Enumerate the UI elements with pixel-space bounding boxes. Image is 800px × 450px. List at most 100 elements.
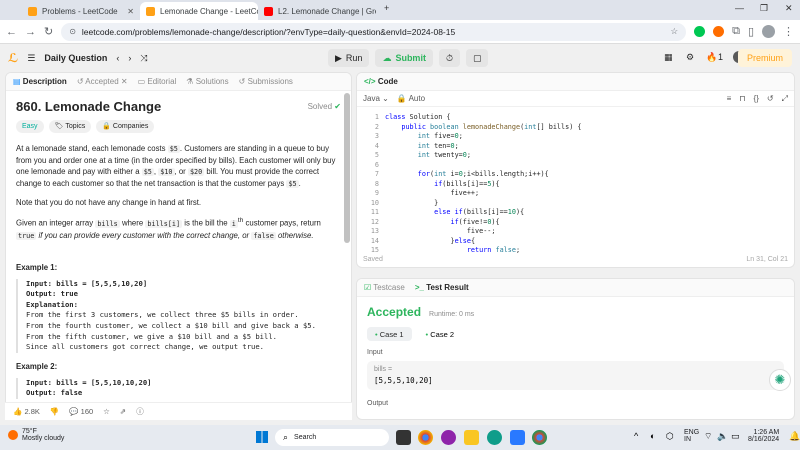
new-tab-icon[interactable]: + bbox=[384, 3, 389, 13]
app-icon[interactable] bbox=[441, 430, 456, 445]
code-line[interactable]: class Solution { bbox=[385, 113, 581, 123]
windows-start-icon[interactable] bbox=[256, 431, 268, 443]
tab-solutions[interactable]: ⚗ Solutions bbox=[186, 77, 228, 86]
run-button[interactable]: ▶ Run bbox=[328, 49, 370, 67]
timer-button[interactable]: ⏱ bbox=[438, 49, 460, 67]
shuffle-icon[interactable]: ⤨ bbox=[140, 53, 147, 64]
premium-button[interactable]: Premium bbox=[737, 49, 792, 67]
chrome-icon[interactable] bbox=[418, 430, 433, 445]
submit-button[interactable]: ☁ Submit bbox=[375, 49, 433, 67]
help-icon[interactable]: ⓘ bbox=[136, 406, 144, 417]
tray-chevron-icon[interactable]: ^ bbox=[634, 431, 638, 441]
like-button[interactable]: 👍 2.8K bbox=[13, 407, 40, 416]
language-select[interactable]: Java ⌄ bbox=[363, 94, 389, 103]
file-explorer-icon[interactable] bbox=[464, 430, 479, 445]
share-icon[interactable]: ⇗ bbox=[120, 407, 126, 416]
language-indicator[interactable]: ENG IN bbox=[684, 429, 699, 443]
url-field[interactable]: ⊙ leetcode.com/problems/lemonade-change/… bbox=[61, 22, 687, 41]
prev-problem-icon[interactable]: ‹ bbox=[116, 53, 119, 63]
clock[interactable]: 1:26 AM 8/16/2024 bbox=[748, 429, 779, 443]
code-line[interactable]: int twenty=0; bbox=[385, 151, 581, 161]
layout-icon[interactable]: ▦ bbox=[664, 52, 673, 63]
taskbar-search[interactable]: ⌕ Search bbox=[275, 429, 389, 446]
browser-tab-lemonade[interactable]: Lemonade Change - LeetCode ✕ bbox=[140, 2, 258, 20]
extension-icon[interactable] bbox=[713, 26, 725, 37]
topics-chip[interactable]: 🏷 Topics bbox=[48, 120, 92, 133]
bookmark-star-icon[interactable]: ☆ bbox=[670, 26, 678, 37]
chrome-icon[interactable] bbox=[532, 430, 547, 445]
code-line[interactable]: int five=0; bbox=[385, 132, 581, 142]
next-problem-icon[interactable]: › bbox=[128, 53, 131, 63]
format-icon[interactable]: ≡ bbox=[727, 94, 732, 103]
maximize-icon[interactable]: ❐ bbox=[760, 3, 768, 14]
code-line[interactable]: if(five!=0){ bbox=[385, 218, 581, 228]
tab-accepted[interactable]: ↺ Accepted ✕ bbox=[77, 77, 128, 86]
copilot-icon[interactable]: ✺ bbox=[769, 369, 791, 391]
wifi-icon[interactable]: ⌔ bbox=[704, 431, 712, 442]
tab-description[interactable]: ▤ Description bbox=[13, 77, 67, 86]
description-scrollbar[interactable] bbox=[344, 93, 350, 243]
profile-avatar[interactable] bbox=[762, 25, 775, 38]
task-view-icon[interactable] bbox=[396, 430, 411, 445]
comments-button[interactable]: 💬 160 bbox=[69, 407, 93, 416]
code-text[interactable]: class Solution { public boolean lemonade… bbox=[385, 113, 581, 256]
favorite-star-icon[interactable]: ☆ bbox=[103, 407, 110, 416]
code-line[interactable]: for(int i=0;i<bills.length;i++){ bbox=[385, 170, 581, 180]
reset-icon[interactable]: ↺ bbox=[767, 94, 774, 103]
notes-button[interactable]: ▢ bbox=[465, 49, 489, 67]
case-1-tab[interactable]: • Case 1 bbox=[367, 327, 412, 341]
notifications-icon[interactable]: 🔔 bbox=[789, 431, 800, 442]
auto-mode[interactable]: 🔒 Auto bbox=[397, 94, 425, 103]
code-line[interactable]: } bbox=[385, 199, 581, 209]
site-info-icon[interactable]: ⊙ bbox=[69, 27, 76, 36]
code-tab[interactable]: </> Code bbox=[364, 77, 398, 86]
problem-title[interactable]: 860. Lemonade Change bbox=[16, 100, 161, 113]
braces-icon[interactable]: {} bbox=[754, 94, 759, 103]
dislike-icon[interactable]: 👎 bbox=[50, 407, 59, 416]
close-tab-icon[interactable]: ✕ bbox=[127, 7, 134, 16]
daily-question-label[interactable]: Daily Question bbox=[44, 53, 107, 63]
code-line[interactable] bbox=[385, 161, 581, 171]
line-numbers: 1 2 3 4 5 6 7 8 9 10 11 12 13 14 15 bbox=[357, 113, 379, 256]
code-line[interactable]: else if(bills[i]==10){ bbox=[385, 208, 581, 218]
browser-tab-strip: Problems - LeetCode ✕ Lemonade Change - … bbox=[0, 0, 800, 20]
forward-icon[interactable]: → bbox=[25, 26, 36, 38]
edge-icon[interactable] bbox=[487, 430, 502, 445]
fullscreen-icon[interactable]: ⤢ bbox=[782, 94, 788, 104]
store-icon[interactable] bbox=[510, 430, 525, 445]
browser-menu-icon[interactable]: ⋮ bbox=[783, 25, 794, 38]
extension-icon[interactable] bbox=[694, 26, 706, 37]
battery-icon[interactable]: ▭ bbox=[731, 431, 740, 442]
minimize-icon[interactable]: — bbox=[735, 3, 744, 13]
tab-test-result[interactable]: >_ Test Result bbox=[415, 283, 469, 292]
side-panel-icon[interactable]: ▯ bbox=[748, 25, 754, 38]
code-line[interactable]: five++; bbox=[385, 189, 581, 199]
browser-tab-youtube[interactable]: L2. Lemonade Change | Greedy ✕ bbox=[258, 2, 376, 20]
case-2-tab[interactable]: • Case 2 bbox=[418, 327, 463, 341]
problem-list-icon[interactable]: ☰ bbox=[27, 53, 35, 64]
tab-editorial[interactable]: ▭ Editorial bbox=[138, 77, 177, 86]
streak-fire-icon[interactable]: 🔥 bbox=[706, 52, 717, 63]
tray-app-icon[interactable]: ◐ bbox=[650, 431, 655, 441]
bookmark-icon[interactable]: ⊓ bbox=[739, 94, 745, 103]
code-line[interactable]: }else{ bbox=[385, 237, 581, 247]
code-line[interactable]: five--; bbox=[385, 227, 581, 237]
extensions-menu-icon[interactable]: ⧉ bbox=[732, 25, 740, 38]
settings-icon[interactable]: ⚙ bbox=[686, 52, 694, 63]
tray-app-icon[interactable]: ⬡ bbox=[666, 431, 674, 442]
volume-icon[interactable]: 🔈 bbox=[717, 431, 728, 442]
reload-icon[interactable]: ↻ bbox=[44, 25, 53, 38]
tab-submissions[interactable]: ↺ Submissions bbox=[239, 77, 293, 86]
code-editor[interactable]: 1 2 3 4 5 6 7 8 9 10 11 12 13 14 15 class Solution { p… bbox=[357, 107, 794, 257]
tab-testcase[interactable]: ☑ Testcase bbox=[364, 283, 405, 292]
code-line[interactable]: if(bills[i]==5){ bbox=[385, 180, 581, 190]
back-icon[interactable]: ← bbox=[6, 26, 17, 38]
code-line[interactable]: int ten=0; bbox=[385, 142, 581, 152]
code-line[interactable]: public boolean lemonadeChange(int[] bill… bbox=[385, 123, 581, 133]
close-window-icon[interactable]: ✕ bbox=[785, 3, 793, 14]
close-tab-icon[interactable]: ✕ bbox=[121, 77, 128, 86]
weather-widget[interactable]: 75°F Mostly cloudy bbox=[8, 428, 64, 442]
browser-tab-problems[interactable]: Problems - LeetCode ✕ bbox=[22, 2, 140, 20]
leetcode-logo-icon[interactable]: ℒ bbox=[8, 51, 18, 65]
companies-chip[interactable]: 🔒 Companies bbox=[96, 120, 155, 133]
